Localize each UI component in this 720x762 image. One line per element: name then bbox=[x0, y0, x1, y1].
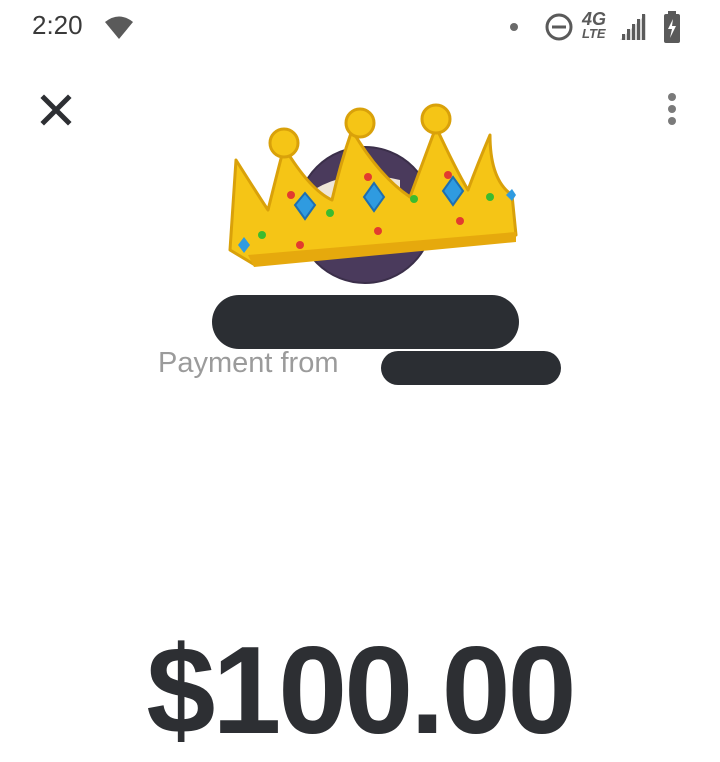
close-icon bbox=[40, 94, 72, 126]
do-not-disturb-icon bbox=[545, 13, 573, 41]
notification-dot-icon bbox=[510, 23, 518, 31]
payment-from-label: Payment from bbox=[158, 347, 339, 379]
more-vertical-icon bbox=[668, 93, 676, 125]
status-bar: 2:20 4G LTE bbox=[0, 0, 720, 56]
network-type: 4G LTE bbox=[580, 10, 620, 44]
crown-icon bbox=[228, 103, 518, 267]
network-sub-label: LTE bbox=[582, 26, 606, 41]
battery-charging-icon bbox=[664, 11, 680, 43]
wifi-icon bbox=[105, 16, 133, 39]
redacted-sender-name bbox=[381, 351, 561, 385]
close-button[interactable] bbox=[36, 90, 76, 130]
cellular-signal-icon bbox=[620, 14, 646, 40]
more-options-button[interactable] bbox=[656, 90, 688, 130]
profile-avatar-with-crown bbox=[228, 103, 518, 284]
payment-amount: $100.00 bbox=[146, 622, 576, 760]
redacted-recipient-name bbox=[212, 295, 519, 349]
status-time: 2:20 bbox=[32, 10, 83, 40]
